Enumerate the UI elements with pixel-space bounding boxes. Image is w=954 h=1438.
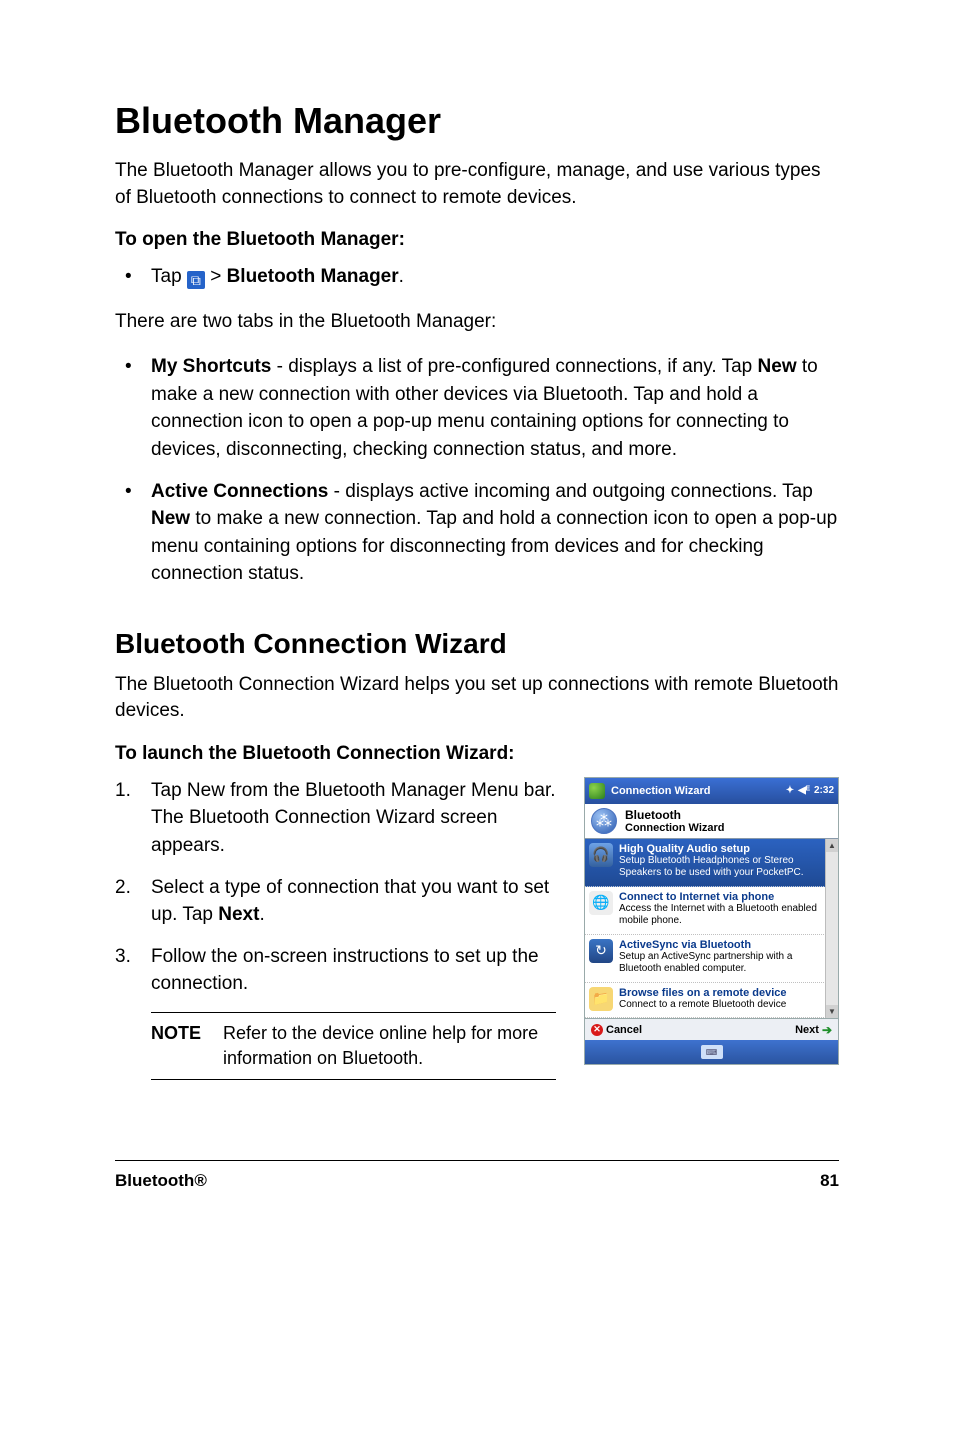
my-shortcuts-new-bold: New <box>758 356 797 377</box>
wizard-header-line1: Bluetooth <box>625 808 725 822</box>
item-internet-desc: Access the Internet with a Bluetooth ena… <box>619 903 834 928</box>
open-step-bold: Bluetooth Manager <box>227 266 399 287</box>
next-label: Next <box>795 1024 819 1036</box>
open-step-text-pre: Tap <box>151 266 187 287</box>
item-internet-title: Connect to Internet via phone <box>619 891 834 903</box>
list-item-audio[interactable]: 🎧 High Quality Audio setup Setup Bluetoo… <box>585 839 838 887</box>
step-2-a: Select a type of connection that you wan… <box>151 877 549 926</box>
headphones-icon: 🎧 <box>589 843 613 867</box>
footer-page-number: 81 <box>820 1171 839 1191</box>
wizard-header: ⁂ Bluetooth Connection Wizard <box>585 804 838 839</box>
speaker-icon: ◀ᴱ <box>798 785 810 796</box>
list-item-browse[interactable]: 📁 Browse files on a remote device Connec… <box>585 983 838 1019</box>
keyboard-icon[interactable]: ⌨ <box>701 1045 723 1059</box>
folder-icon: 📁 <box>589 987 613 1011</box>
note-label: NOTE <box>151 1021 201 1071</box>
my-shortcuts-label: My Shortcuts <box>151 356 271 377</box>
open-manager-subheading: To open the Bluetooth Manager: <box>115 229 839 251</box>
cancel-x-icon: ✕ <box>591 1024 603 1036</box>
bluetooth-icon: ⧉ <box>187 271 205 289</box>
start-icon[interactable] <box>589 783 605 799</box>
next-button[interactable]: Next ➔ <box>795 1023 832 1037</box>
note-body: Refer to the device online help for more… <box>223 1021 556 1071</box>
sync-icon: ↻ <box>589 939 613 963</box>
next-arrow-icon: ➔ <box>822 1023 832 1037</box>
list-item-activesync[interactable]: ↻ ActiveSync via Bluetooth Setup an Acti… <box>585 935 838 983</box>
intro-paragraph-2: The Bluetooth Connection Wizard helps yo… <box>115 672 839 725</box>
open-step-text-post: > <box>205 266 227 287</box>
open-step-period: . <box>399 266 404 287</box>
item-browse-title: Browse files on a remote device <box>619 987 787 999</box>
page-heading-2: Bluetooth Connection Wizard <box>115 628 839 660</box>
launch-wizard-subheading: To launch the Bluetooth Connection Wizar… <box>115 743 839 765</box>
tab-description-my-shortcuts: My Shortcuts - displays a list of pre-co… <box>115 353 839 463</box>
item-browse-desc: Connect to a remote Bluetooth device <box>619 999 787 1012</box>
tab-description-active-connections: Active Connections - displays active inc… <box>115 478 839 588</box>
soft-key-bar: ⌨ <box>585 1040 838 1064</box>
cancel-label: Cancel <box>606 1024 642 1036</box>
scroll-down-icon[interactable]: ▼ <box>826 1005 838 1018</box>
item-activesync-title: ActiveSync via Bluetooth <box>619 939 834 951</box>
globe-icon: 🌐 <box>589 891 613 915</box>
cancel-button[interactable]: ✕ Cancel <box>591 1024 642 1036</box>
note-box: NOTE Refer to the device online help for… <box>151 1012 556 1080</box>
step-2-next-bold: Next <box>218 904 259 925</box>
active-connections-label: Active Connections <box>151 481 328 502</box>
intro-paragraph-1: The Bluetooth Manager allows you to pre-… <box>115 158 839 211</box>
scrollbar[interactable]: ▲ ▼ <box>825 839 838 1019</box>
two-tabs-intro: There are two tabs in the Bluetooth Mana… <box>115 309 839 336</box>
list-item-internet[interactable]: 🌐 Connect to Internet via phone Access t… <box>585 887 838 935</box>
my-shortcuts-text-a: - displays a list of pre-configured conn… <box>271 356 757 377</box>
command-bar: ✕ Cancel Next ➔ <box>585 1018 838 1040</box>
item-activesync-desc: Setup an ActiveSync partnership with a B… <box>619 951 834 976</box>
scroll-up-icon[interactable]: ▲ <box>826 839 838 852</box>
footer-section-name: Bluetooth® <box>115 1171 207 1191</box>
active-connections-text-a: - displays active incoming and outgoing … <box>328 481 812 502</box>
clock-text: 2:32 <box>814 785 834 796</box>
step-1: Tap New from the Bluetooth Manager Menu … <box>115 777 556 860</box>
page-footer: Bluetooth® 81 <box>115 1160 839 1191</box>
step-2-b: . <box>259 904 264 925</box>
device-screenshot: Connection Wizard ✦ ◀ᴱ 2:32 ⁂ Bluetooth … <box>584 777 839 1066</box>
item-audio-desc: Setup Bluetooth Headphones or Stereo Spe… <box>619 855 834 880</box>
active-connections-text-b: to make a new connection. Tap and hold a… <box>151 508 837 584</box>
device-titlebar: Connection Wizard ✦ ◀ᴱ 2:32 <box>585 778 838 804</box>
item-audio-title: High Quality Audio setup <box>619 843 834 855</box>
active-connections-new-bold: New <box>151 508 190 529</box>
signal-icon: ✦ <box>786 785 794 796</box>
device-title: Connection Wizard <box>611 785 786 797</box>
bluetooth-large-icon: ⁂ <box>591 808 617 834</box>
open-manager-step: Tap ⧉ > Bluetooth Manager. <box>115 263 839 291</box>
status-icons: ✦ ◀ᴱ 2:32 <box>786 785 834 796</box>
step-3: Follow the on-screen instructions to set… <box>115 943 556 998</box>
connection-type-list: 🎧 High Quality Audio setup Setup Bluetoo… <box>585 839 838 1019</box>
step-2: Select a type of connection that you wan… <box>115 874 556 929</box>
wizard-header-line2: Connection Wizard <box>625 822 725 834</box>
page-heading-1: Bluetooth Manager <box>115 100 839 142</box>
